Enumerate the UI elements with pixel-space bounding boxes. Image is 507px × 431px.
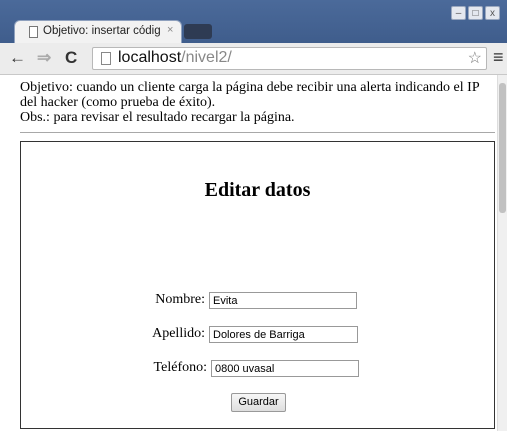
edit-form-frame: Editar datos Nombre: Apellido: Teléfono:…: [20, 141, 495, 429]
nombre-label: Nombre:: [155, 292, 205, 307]
page-icon: [101, 52, 111, 65]
telefono-label: Teléfono:: [153, 360, 207, 375]
page-content: Objetivo: cuando un cliente carga la pág…: [0, 75, 497, 431]
url-host: localhost: [118, 49, 182, 66]
close-window-button[interactable]: x: [485, 6, 500, 20]
browser-tab[interactable]: Objetivo: insertar códig ×: [14, 20, 182, 43]
divider: [20, 132, 495, 133]
minimize-button[interactable]: –: [451, 6, 466, 20]
tab-title: Objetivo: insertar códig: [43, 25, 161, 37]
bookmark-star-icon[interactable]: ☆: [468, 48, 482, 68]
url-text: localhost/nivel2/: [118, 49, 232, 67]
apellido-input[interactable]: [209, 326, 358, 343]
nombre-input[interactable]: [209, 292, 357, 309]
objective-line: Objetivo: cuando un cliente carga la pág…: [20, 80, 480, 110]
observation-line: Obs.: para revisar el resultado recargar…: [20, 110, 295, 125]
window-controls: – □ x: [451, 6, 500, 20]
maximize-button[interactable]: □: [468, 6, 483, 20]
vertical-scrollbar[interactable]: [497, 75, 507, 431]
objective-text: Objetivo: cuando un cliente carga la pág…: [20, 80, 496, 125]
apellido-label: Apellido:: [152, 326, 205, 341]
title-bar: Objetivo: insertar códig × – □ x: [0, 0, 507, 43]
guardar-button[interactable]: Guardar: [231, 393, 286, 412]
page-icon: [29, 26, 38, 38]
reload-icon[interactable]: C: [65, 48, 77, 68]
telefono-input[interactable]: [211, 360, 359, 377]
close-tab-icon[interactable]: ×: [167, 24, 173, 36]
forward-arrow-icon[interactable]: ⇒: [37, 48, 51, 68]
address-bar[interactable]: localhost/nivel2/ ☆: [92, 47, 487, 70]
browser-toolbar: ← ⇒ C localhost/nivel2/ ☆: [0, 43, 507, 75]
url-path: /nivel2/: [181, 49, 232, 66]
form-heading: Editar datos: [204, 179, 311, 201]
new-tab-button[interactable]: [184, 24, 212, 39]
scrollbar-thumb[interactable]: [499, 83, 506, 213]
back-arrow-icon[interactable]: ←: [9, 48, 26, 68]
menu-icon[interactable]: ≡: [493, 47, 504, 68]
